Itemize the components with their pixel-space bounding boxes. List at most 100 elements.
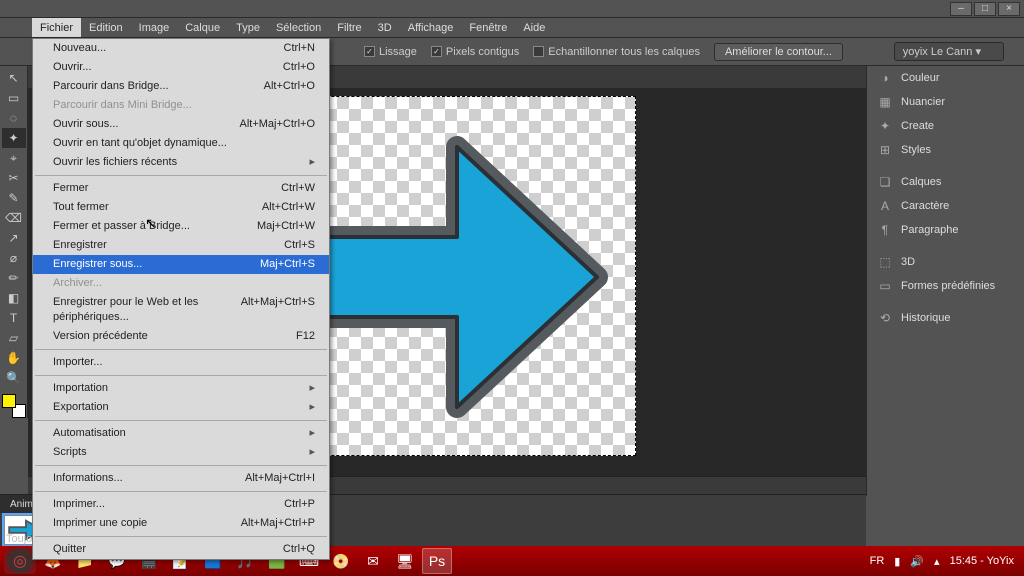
tool-11[interactable]: ◧ — [2, 288, 26, 308]
close-button[interactable]: × — [998, 2, 1020, 16]
create-icon: ✦ — [877, 119, 893, 133]
menu-item-fermer-et-passer-bridge[interactable]: Fermer et passer à Bridge...Maj+Ctrl+W — [33, 217, 329, 236]
tray-lang[interactable]: FR — [870, 555, 885, 567]
taskbar-app-11[interactable]: 🖥 — [390, 548, 420, 574]
tray-flag-icon[interactable]: ▮ — [894, 555, 900, 568]
menu-item-archiver: Archiver... — [33, 274, 329, 293]
tool-14[interactable]: ✋ — [2, 348, 26, 368]
menu-item-importation[interactable]: Importation — [33, 379, 329, 398]
tool-10[interactable]: ✏ — [2, 268, 26, 288]
menu-item-tout-fermer[interactable]: Tout fermerAlt+Ctrl+W — [33, 198, 329, 217]
caractère-icon: A — [877, 199, 893, 213]
tool-13[interactable]: ▱ — [2, 328, 26, 348]
panel-create[interactable]: ✦Create — [867, 114, 1024, 138]
tray-clock[interactable]: 15:45 - YoYix — [950, 556, 1014, 567]
tool-7[interactable]: ⌫ — [2, 208, 26, 228]
tool-4[interactable]: ⌖ — [2, 148, 26, 168]
menu-item-quitter[interactable]: QuitterCtrl+Q — [33, 540, 329, 559]
tool-5[interactable]: ✂ — [2, 168, 26, 188]
menu-item-enregistrer[interactable]: EnregistrerCtrl+S — [33, 236, 329, 255]
menu-item-imprimer[interactable]: Imprimer...Ctrl+P — [33, 495, 329, 514]
sample-all-label: Echantillonner tous les calques — [548, 46, 700, 58]
menu-item-importer[interactable]: Importer... — [33, 353, 329, 372]
menu-item-label: Ouvrir sous... — [53, 117, 118, 132]
panel-formes-prédéfinies[interactable]: ▭Formes prédéfinies — [867, 274, 1024, 298]
panel-historique[interactable]: ⟲ Historique — [867, 306, 1024, 330]
menu-calque[interactable]: Calque — [177, 18, 228, 37]
menu-item-shortcut: Alt+Maj+Ctrl+P — [241, 516, 315, 531]
tool-2[interactable]: ◌ — [2, 108, 26, 128]
menu-item-version-pr-c-dente[interactable]: Version précédenteF12 — [33, 327, 329, 346]
menu-item-ouvrir-les-fichiers-r-cents[interactable]: Ouvrir les fichiers récents — [33, 153, 329, 172]
workspace-selector[interactable]: yoyix Le Cann ▾ — [894, 42, 1004, 61]
menu-item-shortcut: Alt+Maj+Ctrl+I — [245, 471, 315, 486]
sample-all-checkbox[interactable]: Echantillonner tous les calques — [533, 46, 700, 58]
menu-item-shortcut: Ctrl+O — [283, 60, 315, 75]
system-tray: FR ▮ 🔊 ▴ 15:45 - YoYix — [870, 555, 1020, 568]
maximize-button[interactable]: □ — [974, 2, 996, 16]
tool-0[interactable]: ↖ — [2, 68, 26, 88]
panel-calques[interactable]: ❏Calques — [867, 170, 1024, 194]
panel-styles[interactable]: ⊞Styles — [867, 138, 1024, 162]
menu-item-scripts[interactable]: Scripts — [33, 443, 329, 462]
color-swatches[interactable] — [2, 394, 26, 418]
menu-item-informations[interactable]: Informations... Alt+Maj+Ctrl+I — [33, 469, 329, 488]
taskbar-app-9[interactable]: 📀 — [326, 548, 356, 574]
tool-9[interactable]: ⌀ — [2, 248, 26, 268]
tool-6[interactable]: ✎ — [2, 188, 26, 208]
menu-item-label: Informations... — [53, 471, 123, 486]
panel-label: Nuancier — [901, 96, 945, 108]
taskbar-app-12[interactable]: Ps — [422, 548, 452, 574]
menu-type[interactable]: Type — [228, 18, 268, 37]
menu-fichier[interactable]: Fichier — [32, 18, 81, 37]
antialias-checkbox[interactable]: ✓Lissage — [364, 46, 417, 58]
panel-nuancier[interactable]: ▦Nuancier — [867, 90, 1024, 114]
menu-3d[interactable]: 3D — [370, 18, 400, 37]
menu-edition[interactable]: Edition — [81, 18, 131, 37]
tray-chevron-icon[interactable]: ▴ — [934, 555, 940, 568]
menu-item-ouvrir-sous[interactable]: Ouvrir sous... Alt+Maj+Ctrl+O — [33, 115, 329, 134]
menu-image[interactable]: Image — [131, 18, 178, 37]
tool-1[interactable]: ▭ — [2, 88, 26, 108]
tray-volume-icon[interactable]: 🔊 — [910, 555, 924, 568]
tool-8[interactable]: ↗ — [2, 228, 26, 248]
menu-item-automatisation[interactable]: Automatisation — [33, 424, 329, 443]
menu-filtre[interactable]: Filtre — [329, 18, 369, 37]
workspace-label: yoyix Le Cann — [903, 46, 973, 58]
menu-item-parcourir-dans-bridge[interactable]: Parcourir dans Bridge...Alt+Ctrl+O — [33, 77, 329, 96]
styles-icon: ⊞ — [877, 143, 893, 157]
menu-item-shortcut: Ctrl+W — [281, 181, 315, 196]
refine-edge-button[interactable]: Améliorer le contour... — [714, 43, 843, 61]
menu-item-ouvrir[interactable]: Ouvrir...Ctrl+O — [33, 58, 329, 77]
panel-label: 3D — [901, 256, 915, 268]
tool-3[interactable]: ✦ — [2, 128, 26, 148]
panel-paragraphe[interactable]: ¶Paragraphe — [867, 218, 1024, 242]
menu-aide[interactable]: Aide — [515, 18, 553, 37]
menu-item-nouveau[interactable]: Nouveau...Ctrl+N — [33, 39, 329, 58]
menu-fenêtre[interactable]: Fenêtre — [461, 18, 515, 37]
panel-label: Couleur — [901, 72, 940, 84]
panel-caractère[interactable]: ACaractère — [867, 194, 1024, 218]
menu-item-enregistrer-pour-le-web-et-les-p-riph-riques[interactable]: Enregistrer pour le Web et les périphéri… — [33, 293, 329, 327]
menu-item-shortcut: Alt+Maj+Ctrl+O — [240, 117, 316, 132]
tool-15[interactable]: 🔍 — [2, 368, 26, 388]
menu-item-imprimer-une-copie[interactable]: Imprimer une copieAlt+Maj+Ctrl+P — [33, 514, 329, 533]
menu-sélection[interactable]: Sélection — [268, 18, 329, 37]
menu-item-label: Nouveau... — [53, 41, 106, 56]
menu-item-fermer[interactable]: FermerCtrl+W — [33, 179, 329, 198]
menu-item-ouvrir-en-tant-qu-objet-dynamique[interactable]: Ouvrir en tant qu'objet dynamique... — [33, 134, 329, 153]
menu-affichage[interactable]: Affichage — [400, 18, 462, 37]
panel-couleur[interactable]: ◑Couleur — [867, 66, 1024, 90]
menu-item-enregistrer-sous[interactable]: Enregistrer sous...Maj+Ctrl+S — [33, 255, 329, 274]
panel-label: Historique — [901, 312, 951, 324]
minimize-button[interactable]: – — [950, 2, 972, 16]
menu-item-exportation[interactable]: Exportation — [33, 398, 329, 417]
canvas[interactable] — [276, 96, 636, 456]
historique-icon: ⟲ — [877, 311, 893, 325]
tool-12[interactable]: T — [2, 308, 26, 328]
contiguous-label: Pixels contigus — [446, 46, 519, 58]
contiguous-checkbox[interactable]: ✓Pixels contigus — [431, 46, 519, 58]
menu-item-label: Importer... — [53, 355, 103, 370]
taskbar-app-10[interactable]: ✉ — [358, 548, 388, 574]
panel-3d[interactable]: ⬚3D — [867, 250, 1024, 274]
